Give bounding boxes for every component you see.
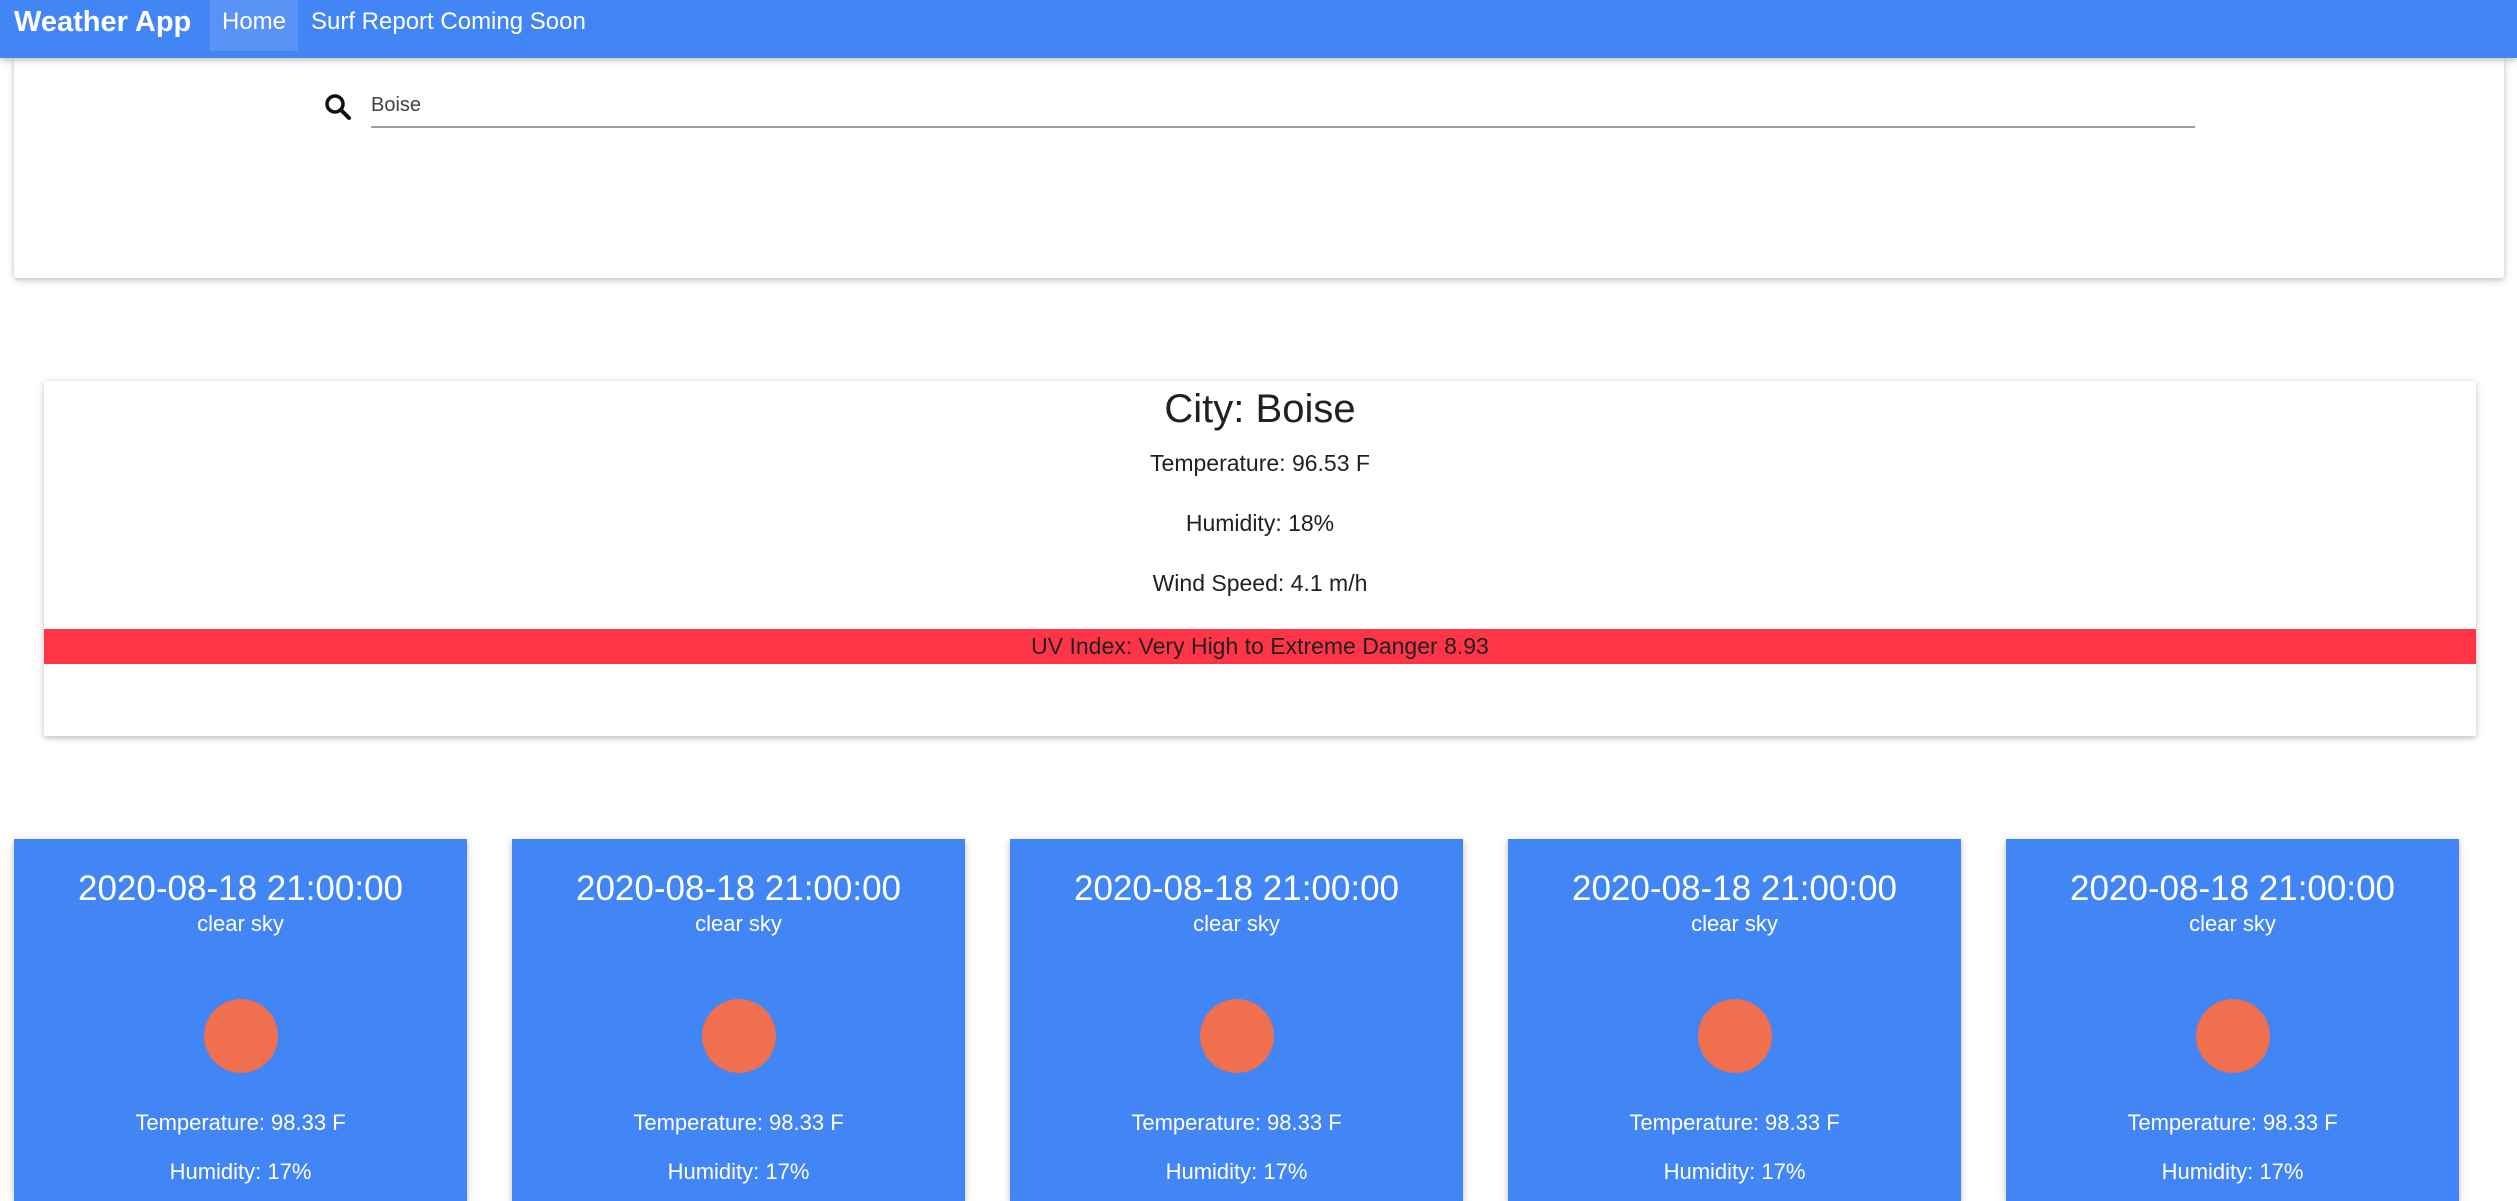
forecast-card: 2020-08-18 21:00:00 clear sky Temperatur… — [2006, 839, 2459, 1201]
nav-link-surf-report[interactable]: Surf Report Coming Soon — [299, 0, 598, 51]
forecast-humidity: Humidity: 17% — [667, 1159, 810, 1184]
sun-icon — [1698, 999, 1772, 1073]
forecast-description: clear sky — [197, 911, 284, 936]
forecast-humidity: Humidity: 17% — [1165, 1159, 1308, 1184]
forecast-humidity: Humidity: 17% — [2161, 1159, 2304, 1184]
current-weather-card: City: Boise Temperature: 96.53 F Humidit… — [44, 381, 2476, 736]
city-title: City: Boise — [1164, 387, 1356, 431]
forecast-date: 2020-08-18 21:00:00 — [1572, 869, 1897, 908]
sun-icon — [702, 999, 776, 1073]
current-humidity: Humidity: 18% — [1185, 510, 1335, 536]
forecast-temperature: Temperature: 98.33 F — [1629, 1110, 1840, 1135]
search-icon — [323, 92, 353, 122]
sun-icon — [2196, 999, 2270, 1073]
forecast-description: clear sky — [1691, 911, 1778, 936]
forecast-description: clear sky — [2189, 911, 2276, 936]
forecast-temperature: Temperature: 98.33 F — [2127, 1110, 2338, 1135]
forecast-card: 2020-08-18 21:00:00 clear sky Temperatur… — [512, 839, 965, 1201]
forecast-temperature: Temperature: 98.33 F — [135, 1110, 346, 1135]
forecast-card: 2020-08-18 21:00:00 clear sky Temperatur… — [14, 839, 467, 1201]
forecast-description: clear sky — [1193, 911, 1280, 936]
forecast-card: 2020-08-18 21:00:00 clear sky Temperatur… — [1508, 839, 1961, 1201]
forecast-date: 2020-08-18 21:00:00 — [1074, 869, 1399, 908]
forecast-temperature: Temperature: 98.33 F — [633, 1110, 844, 1135]
uv-index-bar: UV Index: Very High to Extreme Danger 8.… — [44, 629, 2476, 664]
navbar: Weather App Home Surf Report Coming Soon — [0, 0, 2517, 58]
forecast-date: 2020-08-18 21:00:00 — [78, 869, 403, 908]
sun-icon — [1200, 999, 1274, 1073]
search-input[interactable] — [371, 84, 2195, 128]
current-temperature: Temperature: 96.53 F — [1150, 450, 1370, 476]
current-wind-speed: Wind Speed: 4.1 m/h — [1152, 570, 1368, 596]
forecast-temperature: Temperature: 98.33 F — [1131, 1110, 1342, 1135]
forecast-date: 2020-08-18 21:00:00 — [576, 869, 901, 908]
forecast-date: 2020-08-18 21:00:00 — [2070, 869, 2395, 908]
forecast-humidity: Humidity: 17% — [1663, 1159, 1806, 1184]
forecast-card: 2020-08-18 21:00:00 clear sky Temperatur… — [1010, 839, 1463, 1201]
sun-icon — [204, 999, 278, 1073]
brand-logo[interactable]: Weather App — [14, 0, 191, 46]
nav-link-home[interactable]: Home — [210, 0, 299, 51]
forecast-humidity: Humidity: 17% — [169, 1159, 312, 1184]
forecast-description: clear sky — [695, 911, 782, 936]
search-card — [14, 58, 2504, 278]
